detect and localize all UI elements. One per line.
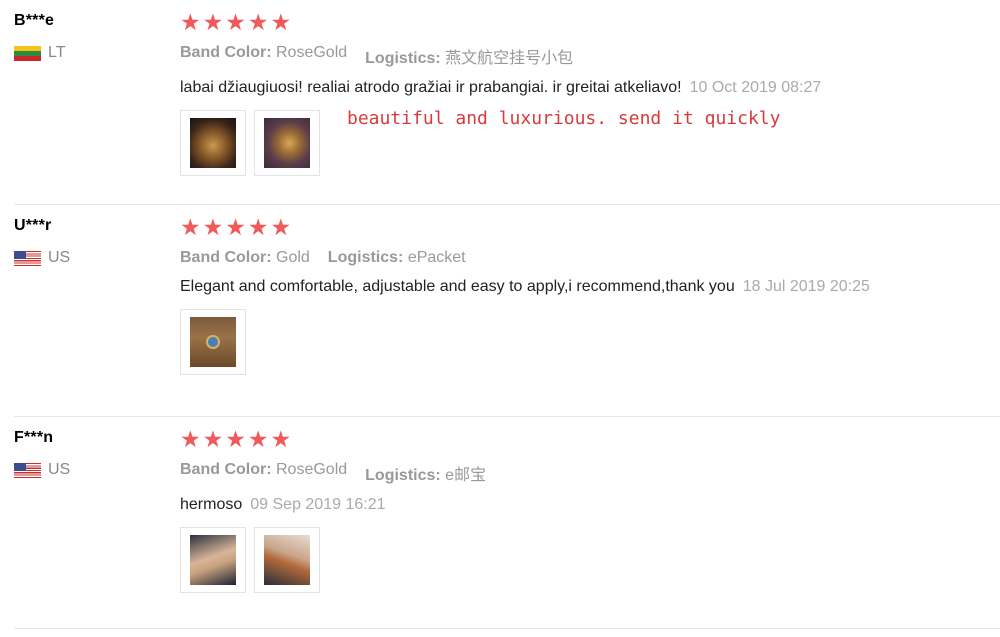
band-color-label: Band Color:	[180, 461, 272, 478]
review-text-line: Elegant and comfortable, adjustable and …	[180, 278, 1000, 296]
review-text: Elegant and comfortable, adjustable and …	[180, 278, 735, 295]
review-text-line: hermoso 09 Sep 2019 16:21	[180, 496, 1000, 514]
review-content: ★ ★ ★ ★ ★ Band Color: RoseGold Logistics…	[180, 10, 1000, 176]
review-photo-thumbnail[interactable]	[254, 527, 320, 593]
review-item: B***e LT ★ ★ ★ ★ ★ Band Color: RoseGold …	[0, 0, 1000, 205]
review-item: F***n US ★ ★ ★ ★ ★ Band Color: RoseGold …	[0, 417, 1000, 629]
translation-annotation: beautiful and luxurious. send it quickly	[347, 108, 781, 129]
logistics-value: ePacket	[407, 249, 466, 266]
country-code: US	[48, 249, 71, 266]
logistics-value: 燕文航空挂号小包	[445, 50, 574, 67]
star-icon: ★	[180, 427, 201, 453]
star-icon: ★	[247, 215, 269, 241]
logistics-label: Logistics:	[365, 50, 441, 67]
bracelet-on-wrist-photo	[190, 535, 236, 585]
watch-photo	[190, 317, 236, 367]
reviewer-name: U***r	[14, 217, 52, 234]
logistics-value: e邮宝	[445, 467, 487, 484]
star-icon: ★	[270, 215, 292, 241]
review-photo-thumbnail[interactable]	[254, 110, 320, 176]
band-color-value: RoseGold	[276, 461, 348, 478]
review-photo-thumbnail[interactable]	[180, 309, 246, 375]
reviewer-name: B***e	[14, 12, 55, 29]
order-attributes: Band Color: RoseGold Logistics: e邮宝	[180, 461, 1000, 485]
reviewer-info: B***e LT	[14, 12, 65, 62]
band-color-label: Band Color:	[180, 249, 272, 266]
order-attributes: Band Color: Gold Logistics: ePacket	[180, 249, 1000, 267]
reviewer-country: LT	[14, 44, 65, 62]
reviewer-country: US	[14, 249, 70, 267]
review-text: labai džiaugiuosi! realiai atrodo gražia…	[180, 79, 682, 96]
star-icon: ★	[247, 427, 269, 453]
reviewer-info: F***n US	[14, 429, 70, 479]
divider	[14, 628, 1000, 629]
bracelet-photo	[190, 118, 236, 168]
reviewer-info: U***r US	[14, 217, 70, 267]
star-icon: ★	[225, 215, 246, 241]
review-photo-thumbnail[interactable]	[180, 527, 246, 593]
order-attributes: Band Color: RoseGold Logistics: 燕文航空挂号小包	[180, 44, 1000, 68]
star-icon: ★	[180, 10, 201, 36]
band-color-label: Band Color:	[180, 44, 272, 61]
logistics-label: Logistics:	[327, 249, 404, 266]
reviewer-name: F***n	[14, 429, 54, 446]
review-item: U***r US ★ ★ ★ ★ ★ Band Color: Gold Logi…	[0, 205, 1000, 417]
star-icon: ★	[270, 10, 292, 36]
review-photos	[180, 527, 1000, 593]
logistics-label: Logistics:	[365, 467, 441, 484]
star-rating: ★ ★ ★ ★ ★	[180, 427, 1000, 453]
star-icon: ★	[247, 10, 269, 36]
star-rating: ★ ★ ★ ★ ★	[180, 215, 1000, 241]
star-icon: ★	[202, 427, 224, 453]
review-text-line: labai džiaugiuosi! realiai atrodo gražia…	[180, 79, 1000, 97]
reviewer-country: US	[14, 461, 70, 479]
review-content: ★ ★ ★ ★ ★ Band Color: Gold Logistics: eP…	[180, 215, 1000, 375]
band-color-value: RoseGold	[276, 44, 348, 61]
review-content: ★ ★ ★ ★ ★ Band Color: RoseGold Logistics…	[180, 427, 1000, 593]
star-icon: ★	[225, 10, 246, 36]
us-flag-icon	[14, 250, 41, 266]
star-icon: ★	[180, 215, 201, 241]
star-icon: ★	[270, 427, 292, 453]
review-photos	[180, 309, 1000, 375]
country-code: LT	[48, 44, 66, 61]
lithuania-flag-icon	[14, 45, 41, 61]
us-flag-icon	[14, 462, 41, 478]
star-icon: ★	[202, 10, 224, 36]
star-rating: ★ ★ ★ ★ ★	[180, 10, 1000, 36]
bracelet-on-wrist-photo	[264, 535, 310, 585]
review-date: 18 Jul 2019 20:25	[742, 278, 870, 295]
band-color-value: Gold	[276, 249, 310, 266]
review-photo-thumbnail[interactable]	[180, 110, 246, 176]
review-date: 09 Sep 2019 16:21	[250, 496, 386, 513]
review-text: hermoso	[180, 496, 243, 513]
country-code: US	[48, 461, 71, 478]
review-date: 10 Oct 2019 08:27	[689, 79, 822, 96]
bracelet-photo	[264, 118, 310, 168]
star-icon: ★	[202, 215, 224, 241]
star-icon: ★	[225, 427, 246, 453]
